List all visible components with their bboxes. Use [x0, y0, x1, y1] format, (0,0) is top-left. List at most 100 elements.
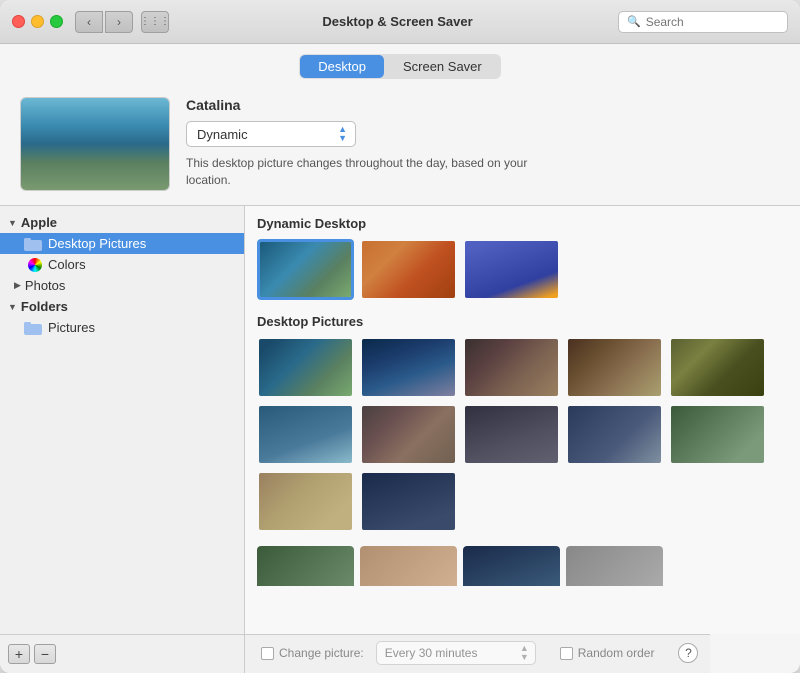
thumbnail-desk-2[interactable] [360, 337, 457, 398]
thumbnail-desk-5[interactable] [669, 337, 766, 398]
search-input[interactable] [646, 15, 776, 29]
thumbnail-desk-11[interactable] [257, 471, 354, 532]
colors-icon [28, 258, 42, 272]
sidebar-group-apple[interactable]: ▼ Apple [0, 212, 244, 233]
thumbnail-dynamic-2[interactable] [360, 239, 457, 300]
dropdown-label: Dynamic [197, 127, 248, 142]
desktop-pictures-grid [257, 337, 788, 532]
thumbnail-desk-4[interactable] [566, 337, 663, 398]
back-button[interactable]: ‹ [75, 11, 103, 33]
thumbnail-partial-2[interactable] [360, 546, 457, 586]
preview-image-inner [21, 98, 169, 190]
preview-info: Catalina Dynamic ▲▼ This desktop picture… [186, 97, 780, 189]
thumbnail-dynamic-1-inner [260, 242, 351, 297]
thumbnail-partial-3[interactable] [463, 546, 560, 586]
interval-dropdown[interactable]: Every 30 minutes ▲▼ [376, 641, 536, 665]
folders-triangle-icon: ▼ [8, 302, 17, 312]
thumbnail-desk-8[interactable] [463, 404, 560, 465]
thumbnail-desk-2-inner [362, 339, 455, 396]
sidebar-group-apple-label: Apple [21, 215, 57, 230]
window-title: Desktop & Screen Saver [177, 14, 618, 29]
random-order-checkbox[interactable] [560, 647, 573, 660]
sidebar-item-photos[interactable]: ▶ Photos [0, 275, 244, 296]
dropdown-arrow-icon: ▲▼ [338, 125, 347, 143]
triangle-icon: ▼ [8, 218, 17, 228]
thumbnail-desk-7[interactable] [360, 404, 457, 465]
sidebar-photos-label: Photos [25, 278, 65, 293]
sidebar-group-folders[interactable]: ▼ Folders [0, 296, 244, 317]
bottom-bar: Change picture: Every 30 minutes ▲▼ Rand… [245, 634, 710, 673]
thumbnail-desk-9-inner [568, 406, 661, 463]
thumbnail-desk-7-inner [362, 406, 455, 463]
tab-screensaver[interactable]: Screen Saver [385, 55, 500, 78]
main-content: ▼ Apple Desktop Pictures Colors ▶ Photos [0, 205, 800, 634]
photos-triangle-icon: ▶ [14, 280, 21, 291]
forward-button[interactable]: › [105, 11, 133, 33]
tab-group: Desktop Screen Saver [299, 54, 500, 79]
interval-label: Every 30 minutes [385, 646, 478, 660]
pictures-folder-icon [24, 321, 42, 335]
search-box[interactable]: 🔍 [618, 11, 788, 33]
partial-row [257, 546, 788, 586]
add-button[interactable]: + [8, 644, 30, 664]
thumbnail-desk-6-inner [259, 406, 352, 463]
tabs-row: Desktop Screen Saver [0, 44, 800, 87]
thumbnail-desk-1-inner [259, 339, 352, 396]
nav-buttons: ‹ › [75, 11, 133, 33]
thumbnail-desk-8-inner [465, 406, 558, 463]
help-button[interactable]: ? [678, 643, 698, 663]
thumbnail-partial-4[interactable] [566, 546, 663, 586]
preview-image [20, 97, 170, 191]
close-button[interactable] [12, 15, 25, 28]
interval-arrow-icon: ▲▼ [520, 644, 529, 662]
thumbnail-dynamic-3-inner [465, 241, 558, 298]
sidebar-folders-label: Folders [21, 299, 68, 314]
thumbnail-desk-12-inner [362, 473, 455, 530]
random-order-row: Random order [560, 646, 655, 660]
tab-desktop[interactable]: Desktop [300, 55, 384, 78]
dynamic-desktop-grid [257, 239, 788, 300]
right-panel: Dynamic Desktop Desktop Pictures [245, 206, 800, 634]
thumbnail-desk-12[interactable] [360, 471, 457, 532]
style-dropdown[interactable]: Dynamic ▲▼ [186, 121, 356, 147]
preview-section: Catalina Dynamic ▲▼ This desktop picture… [0, 87, 800, 205]
search-icon: 🔍 [627, 15, 641, 28]
bottom-area: + − Change picture: Every 30 minutes ▲▼ … [0, 634, 800, 673]
thumbnail-desk-11-inner [259, 473, 352, 530]
thumbnail-desk-3[interactable] [463, 337, 560, 398]
thumbnail-desk-10-inner [671, 406, 764, 463]
sidebar: ▼ Apple Desktop Pictures Colors ▶ Photos [0, 206, 245, 634]
thumbnail-dynamic-2-inner [362, 241, 455, 298]
remove-button[interactable]: − [34, 644, 56, 664]
thumbnail-desk-6[interactable] [257, 404, 354, 465]
minimize-button[interactable] [31, 15, 44, 28]
thumbnail-desk-4-inner [568, 339, 661, 396]
random-order-label: Random order [578, 646, 655, 660]
change-picture-row: Change picture: [261, 646, 364, 660]
main-window: ‹ › ⋮⋮⋮ Desktop & Screen Saver 🔍 Desktop… [0, 0, 800, 673]
desktop-pictures-title: Desktop Pictures [257, 314, 788, 329]
sidebar-bottom: + − [0, 634, 245, 673]
thumbnail-partial-1[interactable] [257, 546, 354, 586]
dropdown-row: Dynamic ▲▼ [186, 121, 780, 147]
change-picture-label: Change picture: [279, 646, 364, 660]
thumbnail-dynamic-1[interactable] [257, 239, 354, 300]
maximize-button[interactable] [50, 15, 63, 28]
traffic-lights [12, 15, 63, 28]
sidebar-colors-label: Colors [48, 257, 86, 272]
thumbnail-dynamic-3[interactable] [463, 239, 560, 300]
folder-icon [24, 237, 42, 251]
preview-description: This desktop picture changes throughout … [186, 155, 566, 189]
thumbnail-desk-1[interactable] [257, 337, 354, 398]
grid-button[interactable]: ⋮⋮⋮ [141, 11, 169, 33]
thumbnail-desk-5-inner [671, 339, 764, 396]
sidebar-item-pictures[interactable]: Pictures [0, 317, 244, 338]
sidebar-item-desktop-pictures[interactable]: Desktop Pictures [0, 233, 244, 254]
thumbnail-desk-10[interactable] [669, 404, 766, 465]
change-picture-checkbox[interactable] [261, 647, 274, 660]
sidebar-pictures-label: Pictures [48, 320, 95, 335]
titlebar: ‹ › ⋮⋮⋮ Desktop & Screen Saver 🔍 [0, 0, 800, 44]
thumbnail-desk-9[interactable] [566, 404, 663, 465]
sidebar-item-colors[interactable]: Colors [0, 254, 244, 275]
thumbnail-desk-3-inner [465, 339, 558, 396]
